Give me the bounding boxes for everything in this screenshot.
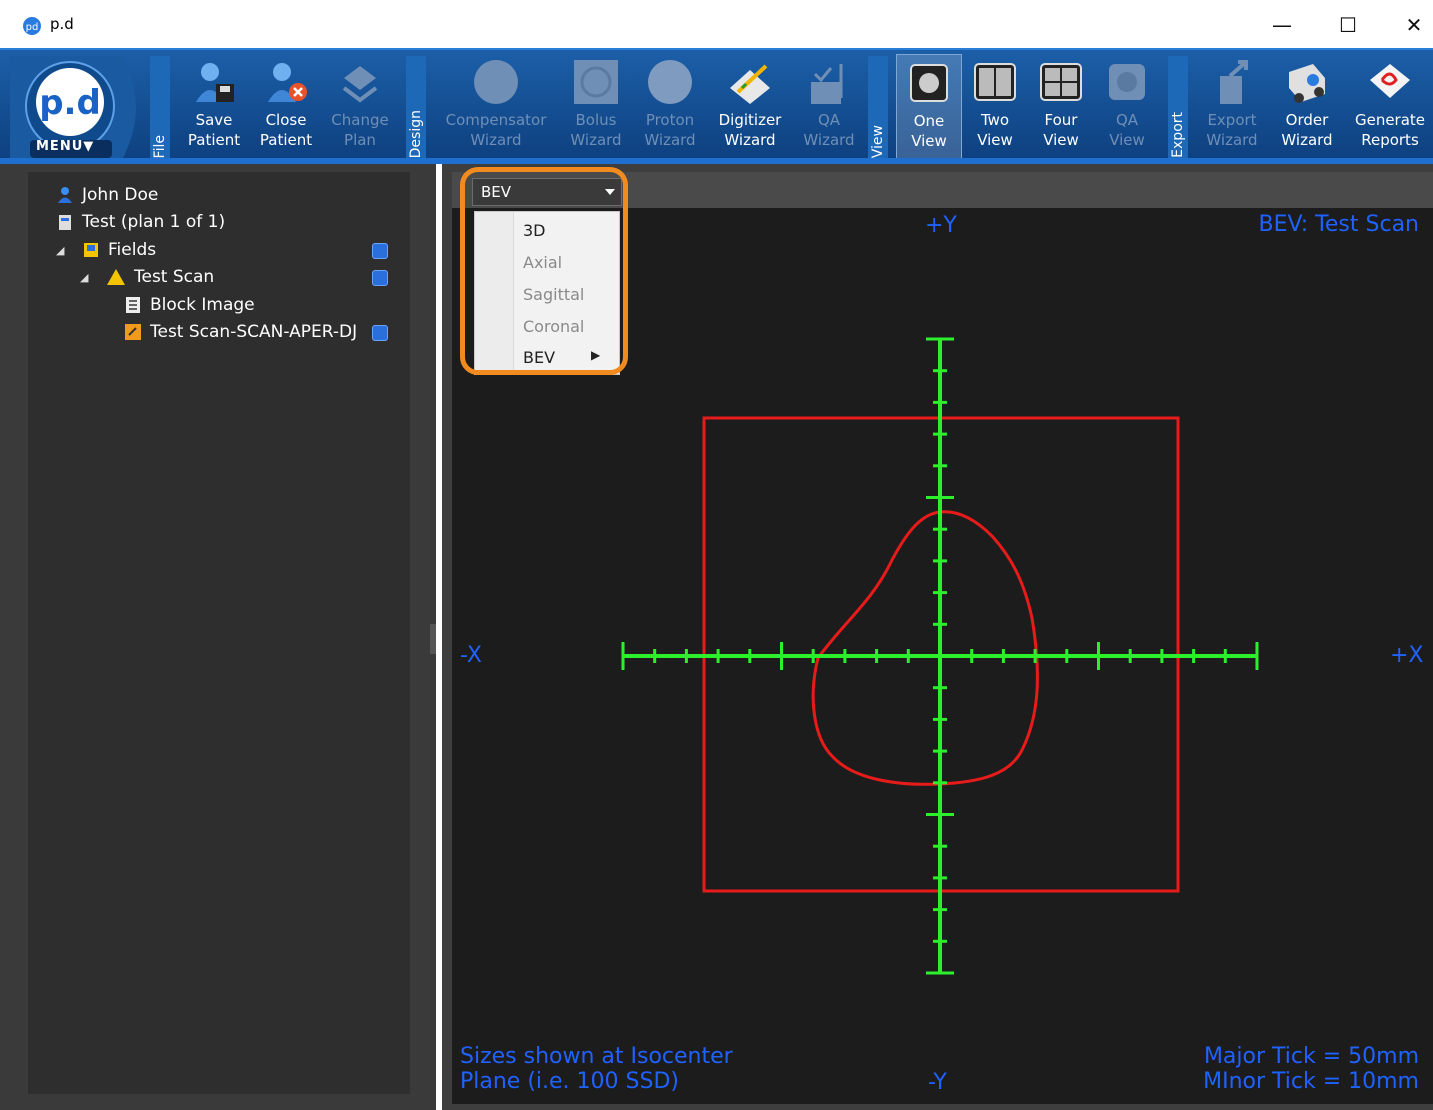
one-view-icon (910, 64, 948, 102)
panel-splitter[interactable] (430, 624, 436, 654)
minimize-button[interactable]: — (1262, 10, 1302, 40)
bolus-icon (574, 60, 618, 104)
target-contour (811, 510, 1039, 786)
pdf-report-icon (1370, 64, 1410, 98)
save-patient-icon (196, 63, 234, 102)
svg-text:p.d: p.d (39, 83, 101, 123)
annotation-highlight (460, 167, 628, 375)
one-view-button[interactable]: One View (896, 54, 962, 160)
maximize-button[interactable]: ☐ (1328, 10, 1368, 40)
four-view-button[interactable]: Four View (1030, 54, 1092, 158)
menu-label: MENU▼ (36, 139, 95, 154)
fields-icon (84, 243, 98, 257)
warning-icon (107, 269, 125, 285)
window-title: p.d (50, 15, 74, 33)
tree-item-fields[interactable]: ◢ Fields (56, 237, 156, 263)
axis-label-plus-y: +Y (925, 213, 957, 238)
axis-label-plus-x: +X (1390, 643, 1424, 668)
change-plan-icon (342, 66, 378, 103)
qa-wizard-icon (811, 64, 843, 104)
svg-text:pd: pd (26, 22, 39, 33)
tree-item-plan[interactable]: Test (plan 1 of 1) (56, 209, 225, 235)
digitizer-icon (730, 64, 770, 104)
close-patient-button[interactable]: Close Patient (254, 54, 318, 158)
digitizer-wizard-button[interactable]: Digitizer Wizard (712, 54, 788, 158)
order-wizard-button[interactable]: Order Wizard (1274, 54, 1340, 158)
generate-reports-button[interactable]: Generate Reports (1350, 54, 1430, 158)
collapse-arrow-icon[interactable]: ◢ (56, 244, 70, 257)
title-bar: pd p.d — ☐ ✕ (0, 0, 1433, 48)
two-view-icon (974, 63, 1016, 101)
proton-icon (648, 60, 692, 104)
compensator-icon (474, 60, 518, 104)
axis-label-minus-y: -Y (928, 1070, 947, 1095)
export-icon (1220, 60, 1248, 104)
qa-wizard-button[interactable]: QA Wizard (798, 54, 860, 158)
aperture-checkbox[interactable] (372, 325, 388, 341)
group-view: View (868, 56, 888, 158)
ribbon-toolbar: p.d MENU▼ File Design View Export Save Pa… (0, 48, 1433, 164)
save-patient-button[interactable]: Save Patient (182, 54, 246, 158)
aperture-icon (125, 324, 141, 340)
group-export: Export (1168, 56, 1188, 158)
person-icon (58, 187, 72, 203)
close-button[interactable]: ✕ (1394, 10, 1433, 40)
fields-checkbox[interactable] (372, 243, 388, 259)
proton-wizard-button[interactable]: Proton Wizard (638, 54, 702, 158)
test-scan-checkbox[interactable] (372, 270, 388, 286)
bolus-wizard-button[interactable]: Bolus Wizard (564, 54, 628, 158)
app-icon: pd (23, 17, 41, 35)
export-wizard-button[interactable]: Export Wizard (1200, 54, 1264, 158)
collapse-arrow-icon[interactable]: ◢ (80, 271, 94, 284)
document-icon (126, 297, 140, 313)
tree-item-test-scan[interactable]: ◢ Test Scan (80, 264, 214, 290)
qa-view-button[interactable]: QA View (1096, 54, 1158, 158)
isocenter-note-line2: Plane (i.e. 100 SSD) (460, 1069, 679, 1094)
four-view-icon (1040, 63, 1082, 101)
major-tick-note: Major Tick = 50mm (1203, 1044, 1419, 1069)
qa-view-icon (1109, 64, 1145, 100)
close-patient-icon (268, 63, 307, 102)
two-view-button[interactable]: Two View (964, 54, 1026, 158)
axis-label-minus-x: -X (460, 643, 482, 668)
change-plan-button[interactable]: Change Plan (326, 54, 394, 158)
view-title: BEV: Test Scan (1258, 212, 1419, 237)
compensator-wizard-button[interactable]: Compensator Wizard (440, 54, 552, 158)
tree-item-aperture[interactable]: Test Scan-SCAN-APER-DJ (124, 319, 357, 345)
delivery-truck-icon (1289, 64, 1325, 103)
tree-item-patient[interactable]: John Doe (56, 182, 158, 208)
plan-icon (59, 215, 71, 230)
tree-item-block-image[interactable]: Block Image (124, 292, 255, 318)
isocenter-note-line1: Sizes shown at Isocenter (460, 1044, 733, 1069)
minor-tick-note: MInor Tick = 10mm (1203, 1069, 1419, 1094)
group-file: File (150, 56, 170, 158)
group-design: Design (406, 56, 426, 158)
